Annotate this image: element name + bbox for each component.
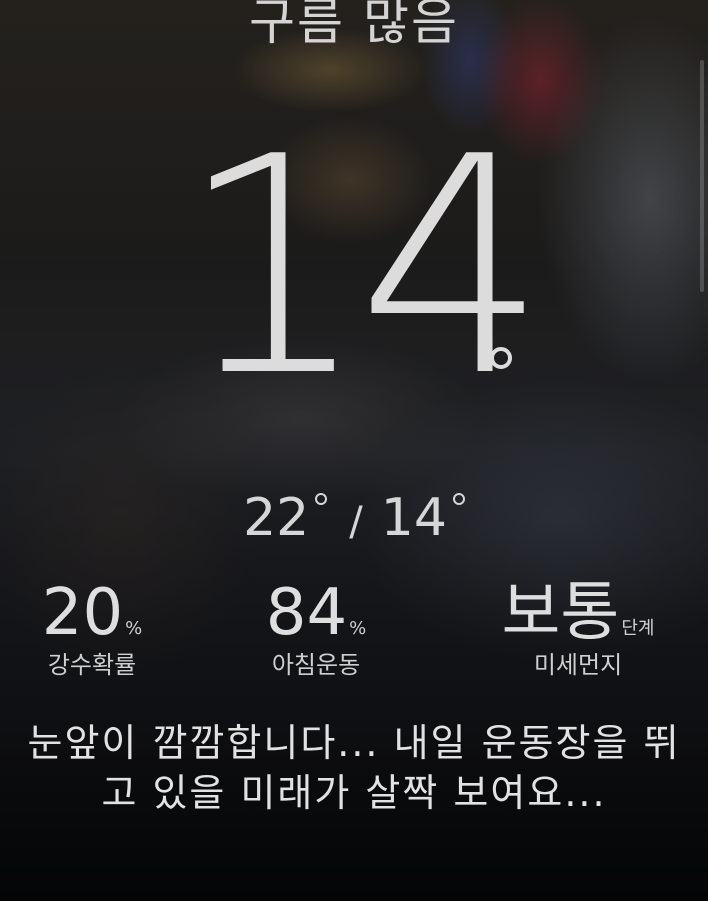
stat-fine-dust: 보통 단계 미세먼지 (458, 578, 698, 680)
precipitation-label: 강수확률 (47, 651, 137, 679)
precipitation-unit: % (125, 618, 143, 639)
fine-dust-label: 미세먼지 (533, 651, 623, 679)
forecast-message: 눈앞이 깜깜합니다... 내일 운동장을 뛰 고 있을 미래가 살짝 보여요..… (20, 718, 688, 818)
degree-icon (315, 493, 328, 505)
stat-morning-exercise: 84% 아침운동 (196, 578, 436, 680)
stat-precipitation: 20% 강수확률 (0, 578, 212, 680)
temperature-separator: / (349, 499, 363, 545)
fine-dust-value: 보통 (501, 576, 620, 650)
low-temperature: 14 (380, 488, 447, 548)
high-temperature: 22 (243, 488, 310, 548)
weather-screen: 구름 많음 14 22 / 14 20% 강수확률 84% 아침운동 보통 단계 미세… (0, 0, 708, 901)
fine-dust-unit: 단계 (621, 618, 655, 639)
weather-condition: 구름 많음 (249, 0, 459, 51)
precipitation-value: 20 (41, 576, 124, 650)
forecast-message-line: 고 있을 미래가 살짝 보여요... (101, 771, 607, 815)
scrollbar[interactable] (700, 60, 704, 292)
high-low-temperature: 22 / 14 (0, 488, 708, 552)
morning-exercise-label: 아침운동 (271, 651, 361, 679)
current-temperature: 14 (178, 93, 548, 442)
morning-exercise-unit: % (349, 618, 367, 639)
degree-icon (452, 493, 465, 505)
forecast-message-line: 눈앞이 깜깜합니다... 내일 운동장을 뛰 (27, 721, 681, 765)
morning-exercise-value: 84 (265, 576, 348, 650)
degree-icon (490, 347, 512, 369)
